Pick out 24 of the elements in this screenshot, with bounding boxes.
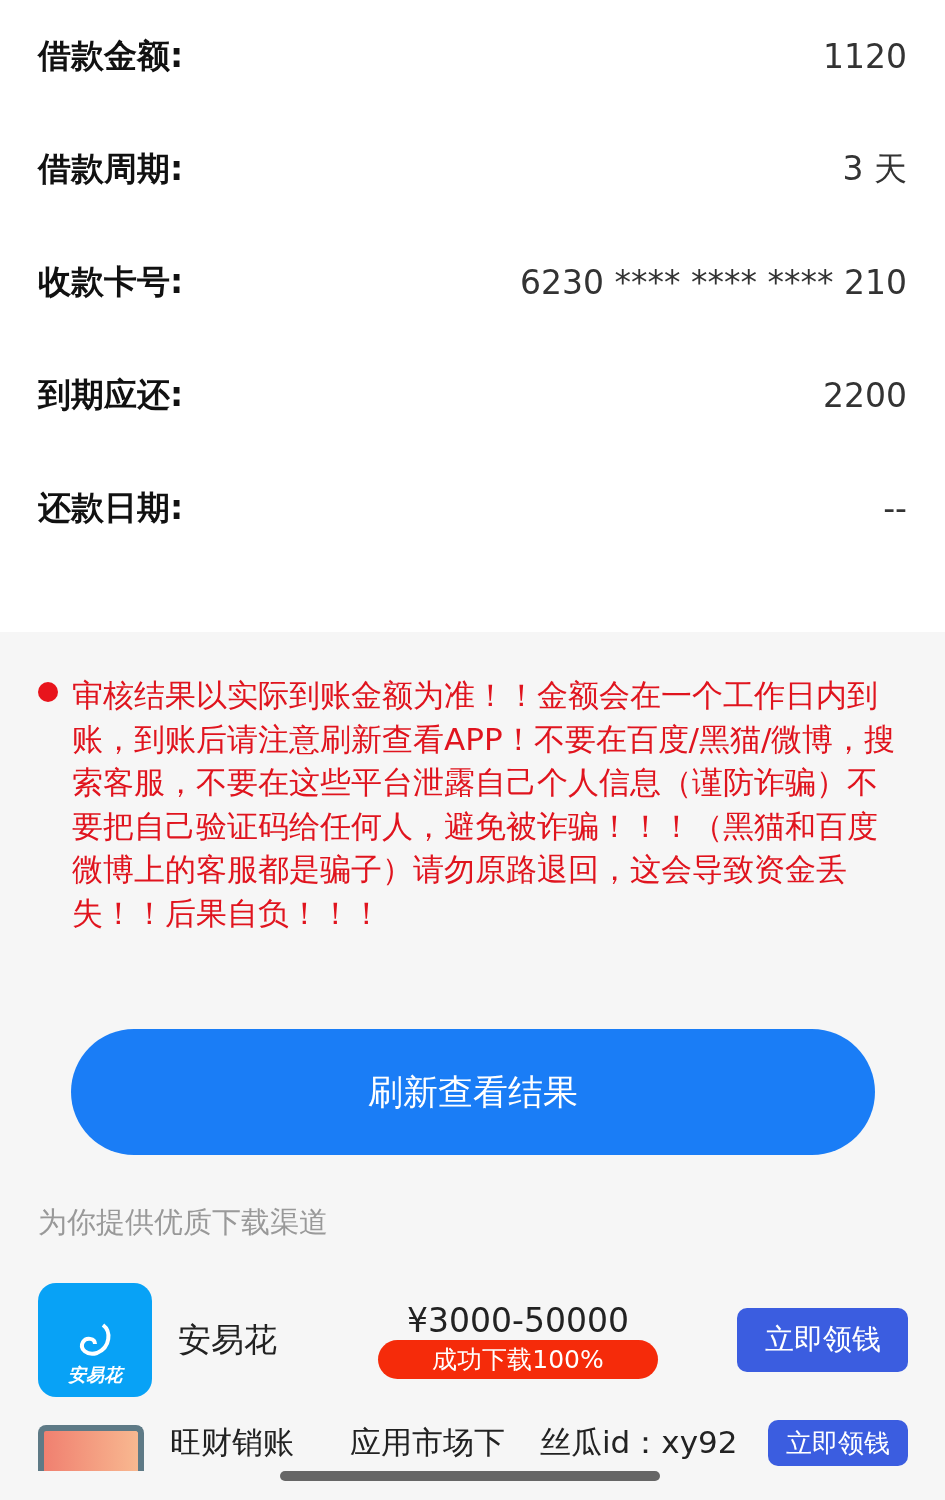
app-name: 旺财销账 — [170, 1423, 295, 1462]
field-value: 2200 — [823, 376, 907, 415]
app-icon[interactable] — [38, 1425, 144, 1471]
get-money-button[interactable]: 立即领钱 — [768, 1420, 908, 1466]
field-label: 借款周期: — [38, 148, 184, 190]
app-subtitle: 应用市场下 — [350, 1423, 506, 1462]
field-label: 还款日期: — [38, 487, 184, 529]
field-value: -- — [883, 489, 907, 528]
field-value: 1120 — [823, 37, 907, 76]
app-name: 安易花 — [178, 1318, 278, 1361]
field-label: 到期应还: — [38, 374, 184, 416]
section-title: 为你提供优质下载渠道 — [37, 1204, 329, 1241]
bullet-dot — [38, 682, 58, 702]
amount-range: ¥3000-50000 — [407, 1301, 629, 1340]
success-badge: 成功下载100% — [378, 1340, 658, 1379]
field-value: 3 天 — [842, 148, 907, 190]
app-icon[interactable]: 安易花 — [38, 1283, 152, 1397]
overlay-text: 丝瓜id：xy92 — [540, 1423, 739, 1462]
refresh-button[interactable]: 刷新查看结果 — [70, 1029, 875, 1155]
field-label: 收款卡号: — [38, 261, 184, 303]
warning-notice: 审核结果以实际到账金额为准！！金额会在一个工作日内到账，到账后请注意刷新查看APP！不要在百度/黑猫/微博，搜索客服，不要在这些平台泄露自己个人信息（谨防诈骗）不要把自己验证码给任何人，避免被诈骗！！！（黑猫和百度微博上的客服都是骗子）请勿原路退回，这会导致资金丢失！！后果自负！！！ — [72, 676, 897, 933]
get-money-button[interactable]: 立即领钱 — [737, 1308, 908, 1372]
field-value: 6230 **** **** **** 210 — [520, 263, 907, 302]
field-label: 借款金额: — [38, 35, 184, 77]
